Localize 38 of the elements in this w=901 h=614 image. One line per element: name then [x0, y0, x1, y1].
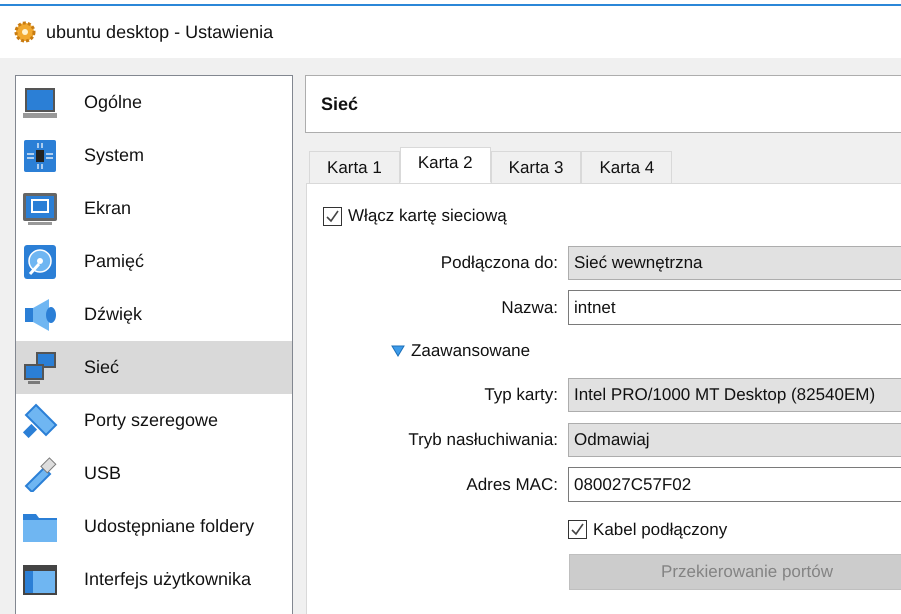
field-label: Adres MAC:	[465, 474, 558, 496]
field-label: Tryb nasłuchiwania:	[407, 428, 558, 451]
sidebar-item[interactable]: System	[16, 129, 292, 182]
section-toggle[interactable]: Zaawansowane	[411, 338, 530, 364]
checkbox[interactable]	[568, 520, 587, 539]
gear-icon	[14, 21, 36, 43]
checkbox-label: Kabel podłączony	[593, 518, 728, 541]
sidebar-item[interactable]: Udostępniane foldery	[16, 500, 292, 553]
sidebar-item[interactable]: USB	[16, 447, 292, 500]
sidebar-item[interactable]: Interfejs użytkownika	[16, 553, 292, 606]
expand-icon[interactable]	[391, 345, 405, 357]
sidebar-item[interactable]: Ogólne	[16, 76, 292, 129]
dropdown[interactable]: Intel PRO/1000 MT Desktop (82540EM)	[568, 378, 901, 412]
input-field[interactable]: intnet	[568, 290, 901, 325]
checkbox-label: Włącz kartę sieciową	[348, 205, 507, 228]
field-label: Typ karty:	[483, 384, 558, 406]
tab[interactable]: Karta 3	[490, 151, 582, 183]
sidebar-item[interactable]: Ekran	[16, 182, 292, 235]
sidebar-item[interactable]: Sieć	[16, 341, 292, 394]
sidebar-item[interactable]: Dźwięk	[16, 288, 292, 341]
input-field[interactable]: 080027C57F02	[568, 467, 901, 502]
sidebar-item[interactable]: Porty szeregowe	[16, 394, 292, 447]
chip-icon	[22, 138, 58, 174]
dropdown[interactable]: Sieć wewnętrzna	[568, 246, 901, 280]
monitor-icon	[22, 190, 58, 226]
network-icon	[22, 350, 58, 386]
sidebar-item[interactable]: Pamięć	[16, 235, 292, 288]
section-title: Sieć	[321, 92, 358, 116]
tab[interactable]: Karta 1	[309, 151, 400, 183]
field-label: Podłączona do:	[440, 252, 558, 274]
usb-icon	[22, 456, 58, 492]
checkbox[interactable]	[323, 206, 342, 226]
tab[interactable]: Karta 2	[400, 147, 491, 183]
field-label: Nazwa:	[500, 296, 558, 319]
speaker-icon	[22, 296, 58, 332]
tab[interactable]: Karta 4	[581, 151, 672, 183]
dropdown[interactable]: Odmawiaj	[568, 422, 901, 456]
window-title: ubuntu desktop - Ustawienia	[46, 20, 274, 44]
